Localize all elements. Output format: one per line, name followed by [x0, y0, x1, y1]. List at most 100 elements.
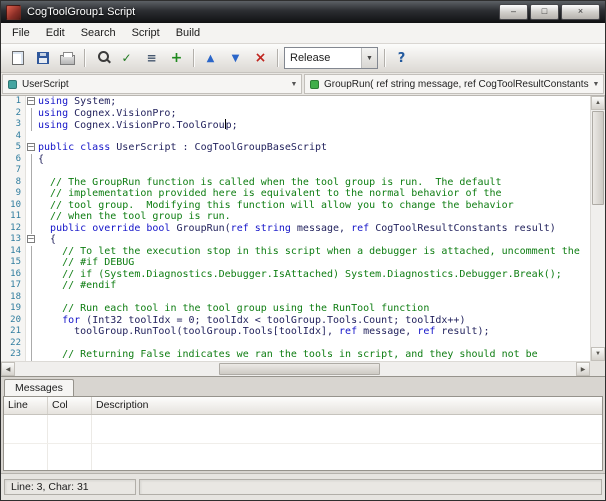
- code-text: public override bool GroupRun(ref string…: [50, 222, 556, 234]
- line-number: 2: [1, 107, 26, 119]
- code-line[interactable]: 12 public override bool GroupRun(ref str…: [1, 222, 590, 234]
- menu-file[interactable]: File: [4, 24, 38, 42]
- print-icon: [60, 51, 75, 65]
- line-number: 14: [1, 245, 26, 257]
- fold-margin: [26, 199, 38, 211]
- menu-build[interactable]: Build: [168, 24, 208, 42]
- code-line[interactable]: 19 // Run each tool in the tool group us…: [1, 303, 590, 315]
- script-editor-window: CogToolGroup1 Script – □ × File Edit Sea…: [0, 0, 606, 501]
- vertical-scroll-thumb[interactable]: [592, 111, 604, 205]
- close-button[interactable]: ×: [561, 4, 600, 20]
- vertical-scrollbar[interactable]: ▲ ▼: [590, 96, 605, 361]
- menu-script[interactable]: Script: [124, 24, 168, 42]
- code-line[interactable]: 15 // #if DEBUG: [1, 257, 590, 269]
- code-text: // #endif: [38, 280, 117, 291]
- column-header-description[interactable]: Description: [92, 397, 602, 414]
- column-header-line[interactable]: Line: [4, 397, 48, 414]
- new-button[interactable]: [5, 46, 30, 70]
- line-number: 9: [1, 188, 26, 200]
- code-line[interactable]: 23 // Returning False indicates we ran t…: [1, 349, 590, 361]
- code-line[interactable]: 3 using Cognex.VisionPro.ToolGroup;: [1, 119, 590, 131]
- fold-toggle-icon[interactable]: [26, 234, 38, 246]
- fold-toggle-icon[interactable]: [26, 96, 38, 108]
- scroll-down-arrow[interactable]: ▼: [591, 347, 605, 361]
- horizontal-scrollbar[interactable]: ◀ ▶: [1, 361, 590, 376]
- code-area[interactable]: 1 using System; 2 using Cognex.VisionPro; 3u…: [1, 96, 590, 361]
- code-text: toolGroup.RunTool(toolGroup.Tools[toolId…: [38, 326, 490, 337]
- move-up-button[interactable]: ▲: [198, 46, 223, 70]
- fold-margin: [26, 176, 38, 188]
- fold-margin: [26, 107, 38, 119]
- line-number: 3: [1, 119, 26, 131]
- menu-search[interactable]: Search: [73, 24, 124, 42]
- messages-table: Line Col Description: [3, 396, 603, 471]
- fold-margin: [26, 326, 38, 338]
- code-text: // Returning False indicates we ran the …: [38, 349, 538, 360]
- line-number: 15: [1, 257, 26, 269]
- object-dropdown[interactable]: UserScript ▼: [2, 74, 302, 94]
- member-dropdown[interactable]: GroupRun( ref string message, ref CogToo…: [304, 74, 604, 94]
- statusbar: Line: 3, Char: 31: [1, 473, 605, 500]
- move-down-button[interactable]: ▼: [223, 46, 248, 70]
- line-number: 1: [1, 96, 26, 108]
- horizontal-scroll-thumb[interactable]: [218, 363, 380, 375]
- code-line[interactable]: 22: [1, 337, 590, 349]
- messages-table-body[interactable]: [4, 415, 602, 470]
- check-script-button[interactable]: ✓: [114, 46, 139, 70]
- code-line[interactable]: 4: [1, 130, 590, 142]
- code-line[interactable]: 10 // tool group. Modifying this functio…: [1, 199, 590, 211]
- insert-snippet-button[interactable]: +: [164, 46, 189, 70]
- messages-table-header: Line Col Description: [4, 397, 602, 415]
- code-line[interactable]: 17 // #endif: [1, 280, 590, 292]
- maximize-button[interactable]: □: [530, 4, 559, 20]
- code-text: // The GroupRun function is called when …: [38, 176, 502, 188]
- scroll-left-arrow[interactable]: ◀: [1, 362, 15, 376]
- code-line[interactable]: 16 // if (System.Diagnostics.Debugger.Is…: [1, 268, 590, 280]
- code-navigation-bar: UserScript ▼ GroupRun( ref string messag…: [1, 73, 605, 96]
- script-options-button[interactable]: ≡: [139, 46, 164, 70]
- code-line[interactable]: 2 using Cognex.VisionPro;: [1, 107, 590, 119]
- code-line[interactable]: 14 // To let the execution stop in this …: [1, 245, 590, 257]
- code-line[interactable]: 11 // when the tool group is run.: [1, 211, 590, 223]
- code-line[interactable]: 9 // implementation provided here is equ…: [1, 188, 590, 200]
- fold-margin: [26, 153, 38, 165]
- toolbar-separator: [277, 49, 278, 67]
- code-line[interactable]: 20 for (Int32 toolIdx = 0; toolIdx < too…: [1, 314, 590, 326]
- save-icon: [36, 52, 49, 64]
- help-button[interactable]: ?: [389, 46, 414, 70]
- menu-edit[interactable]: Edit: [38, 24, 73, 42]
- build-configuration-dropdown[interactable]: Release ▼: [284, 47, 378, 69]
- code-text: // if (System.Diagnostics.Debugger.IsAtt…: [38, 268, 562, 280]
- line-number: 16: [1, 268, 26, 280]
- code-line[interactable]: 7: [1, 165, 590, 177]
- minimize-button[interactable]: –: [499, 4, 528, 20]
- code-line[interactable]: 5 public class UserScript : CogToolGroupB…: [1, 142, 590, 154]
- code-line[interactable]: 6{: [1, 153, 590, 165]
- tab-messages[interactable]: Messages: [4, 379, 74, 396]
- code-line[interactable]: 8 // The GroupRun function is called whe…: [1, 176, 590, 188]
- scroll-up-arrow[interactable]: ▲: [591, 96, 605, 110]
- column-header-col[interactable]: Col: [48, 397, 92, 414]
- fold-margin: [26, 188, 38, 200]
- code-line[interactable]: 21 toolGroup.RunTool(toolGroup.Tools[too…: [1, 326, 590, 338]
- help-icon: ?: [397, 50, 406, 66]
- scroll-right-arrow[interactable]: ▶: [576, 362, 590, 376]
- app-icon: [6, 4, 21, 20]
- messages-panel: Messages Line Col Description: [1, 376, 605, 473]
- find-button[interactable]: [89, 46, 114, 70]
- status-spacer: [139, 479, 602, 495]
- code-line[interactable]: 18: [1, 291, 590, 303]
- line-number: 18: [1, 291, 26, 303]
- print-button[interactable]: [55, 46, 80, 70]
- code-editor[interactable]: 1 using System; 2 using Cognex.VisionPro; 3u…: [1, 96, 605, 376]
- code-text: // Run each tool in the tool group using…: [38, 303, 430, 314]
- code-line[interactable]: 13 {: [1, 234, 590, 246]
- fold-toggle-icon[interactable]: [26, 142, 38, 154]
- toolbar-separator: [193, 49, 194, 67]
- code-line[interactable]: 1 using System;: [1, 96, 590, 108]
- save-button[interactable]: [30, 46, 55, 70]
- titlebar[interactable]: CogToolGroup1 Script – □ ×: [1, 1, 605, 23]
- code-text: {: [38, 234, 57, 245]
- find-icon: [97, 51, 109, 62]
- delete-button[interactable]: ×: [248, 46, 273, 70]
